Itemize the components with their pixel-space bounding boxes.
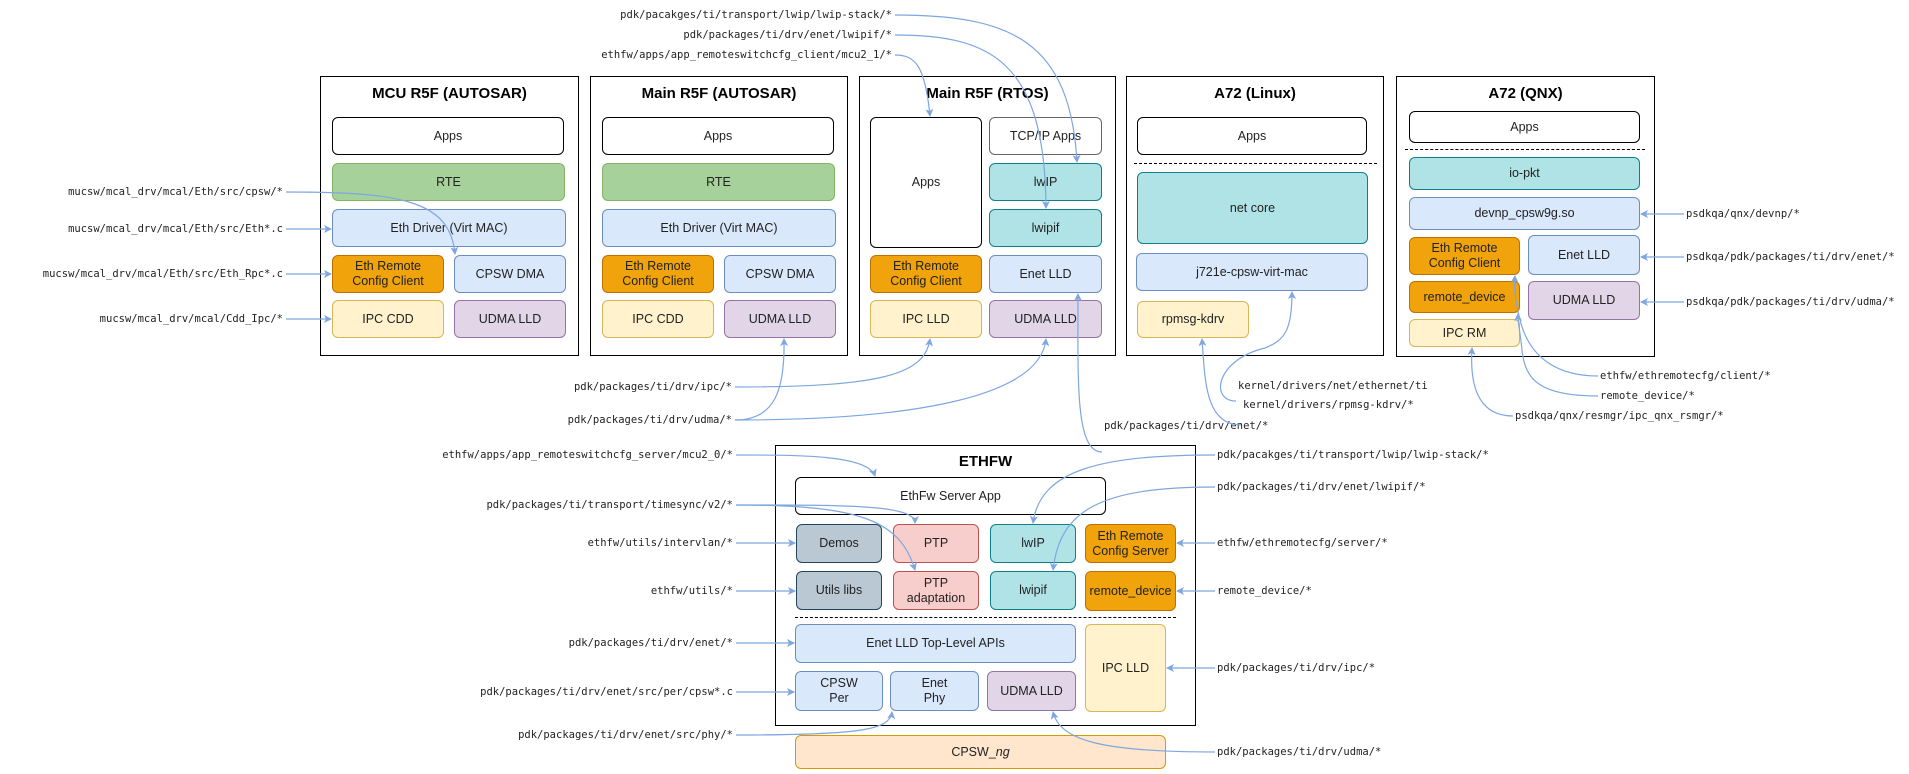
- group-title: MCU R5F (AUTOSAR): [372, 85, 527, 102]
- label-mcu-cpsw: mucsw/mcal_drv/mcal/Eth/src/cpsw/*: [68, 186, 283, 198]
- label-qnx-udma: psdkqa/pdk/packages/ti/drv/udma/*: [1686, 296, 1895, 308]
- group-title: A72 (Linux): [1214, 85, 1296, 102]
- ethfw-enet-lld-top-level-apis-block[interactable]: Enet LLD Top-Level APIs: [795, 624, 1076, 663]
- ethfw-utils-libs-block[interactable]: Utils libs: [796, 571, 882, 610]
- ethfw-lwipif-block[interactable]: lwipif: [990, 571, 1076, 610]
- label-qnx-devnp: psdkqa/qnx/devnp/*: [1686, 208, 1800, 220]
- mcu-eth-remote-config-client-block[interactable]: Eth Remote Config Client: [332, 255, 444, 293]
- label-ethfw-lwipif: pdk/packages/ti/drv/enet/lwipif/*: [1217, 481, 1426, 493]
- qnx-divider: [1405, 149, 1645, 150]
- label-ethfw-enet: pdk/packages/ti/drv/enet/*: [568, 637, 733, 649]
- label-mcu-rpc: mucsw/mcal_drv/mcal/Eth/src/Eth_Rpc*.c: [42, 268, 283, 280]
- ethfw-lwip-block[interactable]: lwIP: [990, 524, 1076, 563]
- group-title: A72 (QNX): [1488, 85, 1563, 102]
- ethfw-udma-lld-block[interactable]: UDMA LLD: [987, 671, 1076, 711]
- ethfw-ptp-block[interactable]: PTP: [893, 524, 979, 563]
- mcu-udma-lld-block[interactable]: UDMA LLD: [454, 300, 566, 338]
- label-mid-ipc: pdk/packages/ti/drv/ipc/*: [573, 381, 732, 393]
- main-autosar-ipc-cdd-block[interactable]: IPC CDD: [602, 300, 714, 338]
- ethfw-cpsw-per-block[interactable]: CPSW Per: [795, 671, 883, 711]
- label-ethfw-cpsw-per: pdk/packages/ti/drv/enet/src/per/cpsw*.c: [480, 686, 733, 698]
- label-mcu-cdd-ipc: mucsw/mcal_drv/mcal/Cdd_Ipc/*: [99, 313, 283, 325]
- qnx-devnp-block[interactable]: devnp_cpsw9g.so: [1409, 197, 1640, 230]
- label-top-client-app: ethfw/apps/app_remoteswitchcfg_client/mc…: [601, 49, 892, 61]
- main-autosar-eth-remote-config-client-block[interactable]: Eth Remote Config Client: [602, 255, 714, 293]
- label-ethfw-remote-device: remote_device/*: [1217, 585, 1312, 597]
- ethfw-server-app-block[interactable]: EthFw Server App: [795, 477, 1106, 515]
- qnx-remote-device-block[interactable]: remote_device: [1409, 281, 1520, 313]
- qnx-eth-remote-config-client-block[interactable]: Eth Remote Config Client: [1409, 237, 1520, 275]
- qnx-ipc-rm-block[interactable]: IPC RM: [1409, 319, 1520, 347]
- mcu-apps-block[interactable]: Apps: [332, 117, 564, 155]
- mcu-ipc-cdd-block[interactable]: IPC CDD: [332, 300, 444, 338]
- rtos-eth-remote-config-client-block[interactable]: Eth Remote Config Client: [870, 255, 982, 293]
- label-linux-net: kernel/drivers/net/ethernet/ti: [1238, 380, 1428, 392]
- rtos-tcpip-apps-block[interactable]: TCP/IP Apps: [989, 117, 1102, 155]
- mcu-rte-block[interactable]: RTE: [332, 163, 565, 201]
- group-title: Main R5F (RTOS): [926, 85, 1049, 102]
- label-mcu-eth: mucsw/mcal_drv/mcal/Eth/src/Eth*.c: [68, 223, 283, 235]
- cpsw-ng-block[interactable]: CPSW_ ng: [795, 735, 1166, 769]
- rtos-udma-lld-block[interactable]: UDMA LLD: [989, 300, 1102, 338]
- label-ethfw-udma: pdk/packages/ti/drv/udma/*: [1217, 746, 1382, 758]
- main-autosar-cpsw-dma-block[interactable]: CPSW DMA: [724, 255, 836, 293]
- rtos-apps-block[interactable]: Apps: [870, 117, 982, 248]
- label-top-lwipif: pdk/packages/ti/drv/enet/lwipif/*: [683, 29, 892, 41]
- label-ethfw-remotecfg-server: ethfw/ethremotecfg/server/*: [1217, 537, 1388, 549]
- qnx-io-pkt-block[interactable]: io-pkt: [1409, 157, 1640, 190]
- group-title: ETHFW: [958, 453, 1013, 470]
- linux-net-core-block[interactable]: net core: [1137, 172, 1368, 244]
- label-qnx-client: ethfw/ethremotecfg/client/*: [1600, 370, 1771, 382]
- label-qnx-remote-device: remote_device/*: [1600, 390, 1695, 402]
- qnx-enet-lld-block[interactable]: Enet LLD: [1528, 235, 1640, 275]
- label-ethfw-utils: ethfw/utils/*: [650, 585, 733, 597]
- ethfw-ptp-adaptation-block[interactable]: PTP adaptation: [893, 571, 979, 610]
- label-ethfw-server-app: ethfw/apps/app_remoteswitchcfg_server/mc…: [442, 449, 733, 461]
- ethfw-demos-block[interactable]: Demos: [796, 524, 882, 563]
- cpsw-ng-prefix: CPSW_: [951, 744, 996, 759]
- mcu-cpsw-dma-block[interactable]: CPSW DMA: [454, 255, 566, 293]
- linux-rpmsg-kdrv-block[interactable]: rpmsg-kdrv: [1137, 301, 1249, 338]
- label-ethfw-ipc: pdk/packages/ti/drv/ipc/*: [1217, 662, 1376, 674]
- rtos-ipc-lld-block[interactable]: IPC LLD: [870, 300, 982, 338]
- qnx-apps-block[interactable]: Apps: [1409, 111, 1640, 143]
- rtos-enet-lld-block[interactable]: Enet LLD: [989, 255, 1102, 293]
- qnx-udma-lld-block[interactable]: UDMA LLD: [1528, 281, 1640, 320]
- main-autosar-udma-lld-block[interactable]: UDMA LLD: [724, 300, 836, 338]
- main-autosar-rte-block[interactable]: RTE: [602, 163, 835, 201]
- cpsw-ng-suffix: ng: [995, 744, 1010, 759]
- arrow-qnx-resmgr: [1467, 347, 1514, 417]
- label-top-lwip-stack: pdk/pacakges/ti/transport/lwip/lwip-stac…: [620, 9, 892, 21]
- label-qnx-enet: psdkqa/pdk/packages/ti/drv/enet/*: [1686, 251, 1895, 263]
- label-ethfw-lwip-stack: pdk/pacakges/ti/transport/lwip/lwip-stac…: [1217, 449, 1489, 461]
- ethfw-eth-remote-config-server-block[interactable]: Eth Remote Config Server: [1085, 524, 1176, 563]
- label-mid-enet: pdk/packages/ti/drv/enet/*: [1104, 420, 1269, 432]
- ethfw-enet-phy-block[interactable]: Enet Phy: [890, 671, 979, 711]
- linux-virt-mac-block[interactable]: j721e-cpsw-virt-mac: [1136, 253, 1368, 291]
- linux-apps-block[interactable]: Apps: [1137, 117, 1367, 155]
- label-qnx-resmgr: psdkqa/qnx/resmgr/ipc_qnx_rsmgr/*: [1515, 410, 1724, 422]
- ethfw-divider: [795, 617, 1176, 618]
- label-ethfw-intervlan: ethfw/utils/intervlan/*: [587, 537, 733, 549]
- label-linux-rpmsg: kernel/drivers/rpmsg-kdrv/*: [1243, 399, 1414, 411]
- group-title: Main R5F (AUTOSAR): [641, 85, 797, 102]
- ethfw-ipc-lld-block[interactable]: IPC LLD: [1085, 624, 1166, 712]
- rtos-lwip-block[interactable]: lwIP: [989, 163, 1102, 201]
- rtos-lwipif-block[interactable]: lwipif: [989, 209, 1102, 247]
- main-autosar-apps-block[interactable]: Apps: [602, 117, 834, 155]
- linux-divider: [1134, 163, 1377, 164]
- label-mid-udma: pdk/packages/ti/drv/udma/*: [567, 414, 732, 426]
- mcu-eth-driver-block[interactable]: Eth Driver (Virt MAC): [332, 209, 566, 247]
- main-autosar-eth-driver-block[interactable]: Eth Driver (Virt MAC): [602, 209, 836, 247]
- label-ethfw-timesync: pdk/packages/ti/transport/timesync/v2/*: [486, 499, 733, 511]
- ethfw-remote-device-block[interactable]: remote_device: [1085, 571, 1176, 611]
- label-ethfw-phy: pdk/packages/ti/drv/enet/src/phy/*: [518, 729, 733, 741]
